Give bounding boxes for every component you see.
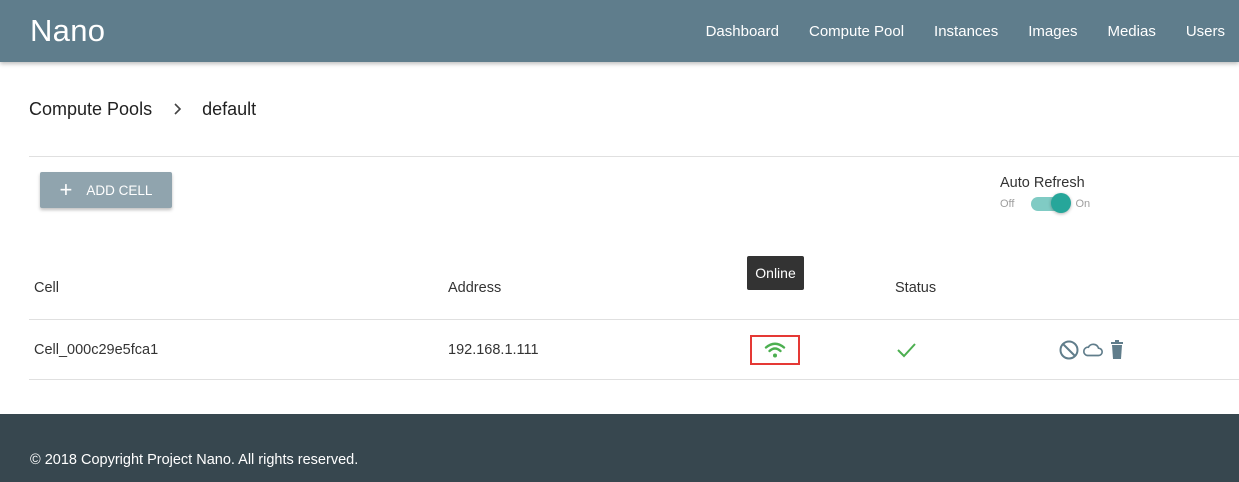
table-header: Cell Address Status Online xyxy=(29,256,1239,320)
header-address: Address xyxy=(448,280,502,296)
online-indicator[interactable] xyxy=(749,320,801,379)
highlight-box xyxy=(750,334,800,365)
breadcrumb: Compute Pools default xyxy=(29,62,1239,156)
wifi-icon[interactable] xyxy=(764,341,786,359)
cell-address: 192.168.1.111 xyxy=(448,341,539,358)
check-icon xyxy=(897,342,916,357)
table-row: Cell_000c29e5fca1 192.168.1.111 xyxy=(29,320,1239,380)
auto-refresh-label: Auto Refresh xyxy=(1000,175,1085,191)
nav-medias[interactable]: Medias xyxy=(1092,23,1170,40)
disable-icon[interactable] xyxy=(1058,339,1080,361)
nav-instances[interactable]: Instances xyxy=(919,23,1013,40)
cell-name: Cell_000c29e5fca1 xyxy=(34,341,159,358)
chevron-right-icon xyxy=(172,103,184,115)
top-nav: Dashboard Compute Pool Instances Images … xyxy=(691,0,1239,62)
footer: © 2018 Copyright Project Nano. All right… xyxy=(0,414,1239,482)
copyright-text: © 2018 Copyright Project Nano. All right… xyxy=(30,452,359,468)
cloud-icon[interactable] xyxy=(1082,339,1104,361)
nav-images[interactable]: Images xyxy=(1013,23,1092,40)
status-ok xyxy=(895,320,917,379)
delete-icon[interactable] xyxy=(1106,339,1128,361)
nav-dashboard[interactable]: Dashboard xyxy=(691,23,794,40)
app-title: Nano xyxy=(30,13,106,48)
add-cell-button[interactable]: + ADD CELL xyxy=(40,172,172,208)
row-actions xyxy=(1058,320,1128,379)
online-tooltip: Online xyxy=(747,256,804,290)
header-cell: Cell xyxy=(34,280,59,296)
add-cell-label: ADD CELL xyxy=(86,182,153,198)
auto-refresh: Auto Refresh Off On xyxy=(1000,175,1091,213)
plus-icon: + xyxy=(59,177,73,202)
nav-compute-pool[interactable]: Compute Pool xyxy=(794,23,919,40)
toggle-off-label: Off xyxy=(1000,198,1015,210)
auto-refresh-toggle[interactable] xyxy=(1031,193,1072,213)
breadcrumb-current: default xyxy=(202,98,257,119)
toggle-on-label: On xyxy=(1075,198,1091,210)
main-content: Compute Pools default + ADD CELL Auto Re… xyxy=(0,62,1239,380)
toolbar: + ADD CELL Auto Refresh Off On xyxy=(29,157,1239,257)
toggle-knob[interactable] xyxy=(1051,193,1072,213)
cells-table: Cell Address Status Online Cell_000c29e5… xyxy=(29,256,1239,380)
header-status: Status xyxy=(895,280,937,296)
breadcrumb-parent[interactable]: Compute Pools xyxy=(29,99,152,120)
app-bar: Nano Dashboard Compute Pool Instances Im… xyxy=(0,0,1239,62)
nav-users[interactable]: Users xyxy=(1171,23,1239,40)
